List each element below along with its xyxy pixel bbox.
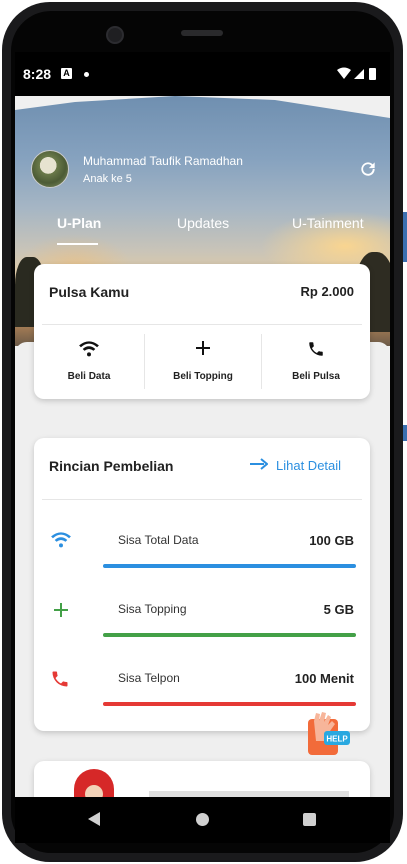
user-name: Muhammad Taufik Ramadhan	[83, 154, 243, 168]
tab-updates[interactable]: Updates	[177, 215, 229, 231]
data-balance-row: Sisa Total Data 100 GB	[34, 519, 370, 577]
navigation-bar	[15, 797, 390, 843]
refresh-icon[interactable]	[358, 159, 378, 179]
phone-icon	[52, 671, 68, 687]
promo-card[interactable]	[34, 761, 370, 797]
home-icon[interactable]	[196, 813, 209, 826]
active-tab-indicator	[57, 243, 98, 245]
call-balance-value: 100 Menit	[294, 671, 354, 686]
see-detail-link[interactable]: Lihat Detail	[250, 458, 341, 473]
help-label: HELP	[326, 735, 348, 744]
call-balance-label: Sisa Telpon	[118, 671, 180, 685]
call-balance-row: Sisa Telpon 100 Menit	[34, 657, 370, 715]
earpiece-speaker	[181, 30, 223, 36]
buy-data-label: Beli Data	[67, 371, 111, 382]
divider	[42, 499, 362, 500]
app-screen: 8:28 A Muhammad Taufik Ramadhan Anak ke …	[15, 52, 390, 797]
back-icon[interactable]	[87, 811, 101, 827]
status-bar: 8:28 A	[15, 52, 390, 96]
topping-balance-label: Sisa Topping	[118, 602, 187, 616]
buy-pulsa-label: Beli Pulsa	[292, 371, 340, 382]
front-camera	[106, 26, 124, 44]
pulsa-amount: Rp 2.000	[300, 284, 354, 299]
notification-dot-icon	[84, 72, 89, 77]
plus-icon	[196, 341, 210, 355]
call-balance-bar	[103, 702, 356, 706]
data-balance-label: Sisa Total Data	[118, 533, 199, 547]
pulsa-title: Pulsa Kamu	[49, 284, 130, 300]
phone-icon	[309, 342, 323, 356]
side-button	[403, 425, 407, 441]
wifi-icon	[79, 341, 99, 357]
purchase-details-card: Rincian Pembelian Lihat Detail Sisa Tota…	[34, 438, 370, 731]
topping-balance-bar	[103, 633, 356, 637]
buy-topping-label: Beli Topping	[173, 371, 233, 382]
promo-image-face	[85, 785, 103, 797]
status-icons	[336, 67, 382, 86]
topping-balance-value: 5 GB	[323, 602, 354, 617]
recents-icon[interactable]	[303, 813, 316, 826]
tab-u-tainment[interactable]: U-Tainment	[292, 215, 364, 231]
pulsa-card: Pulsa Kamu Rp 2.000 Beli Data Beli Toppi…	[34, 264, 370, 399]
topping-balance-row: Sisa Topping 5 GB	[34, 588, 370, 646]
avatar	[31, 150, 69, 188]
plus-icon	[54, 603, 68, 617]
buy-topping-button[interactable]: Beli Topping	[145, 324, 261, 399]
data-balance-value: 100 GB	[309, 533, 354, 548]
status-time: 8:28	[23, 66, 52, 82]
buy-data-button[interactable]: Beli Data	[34, 324, 144, 399]
buy-pulsa-button[interactable]: Beli Pulsa	[262, 324, 370, 399]
wifi-icon	[51, 532, 71, 548]
help-hand-icon: HELP	[308, 712, 350, 755]
wifi-signal-battery-icon	[337, 67, 376, 80]
tab-u-plan[interactable]: U-Plan	[57, 215, 101, 231]
details-title: Rincian Pembelian	[49, 458, 174, 474]
data-balance-bar	[103, 564, 356, 568]
user-subtitle: Anak ke 5	[83, 173, 132, 185]
notification-icon: A	[61, 68, 72, 79]
help-button[interactable]: HELP	[304, 711, 352, 759]
arrow-right-icon	[250, 458, 268, 470]
side-button	[403, 212, 407, 262]
see-detail-label: Lihat Detail	[276, 458, 342, 473]
